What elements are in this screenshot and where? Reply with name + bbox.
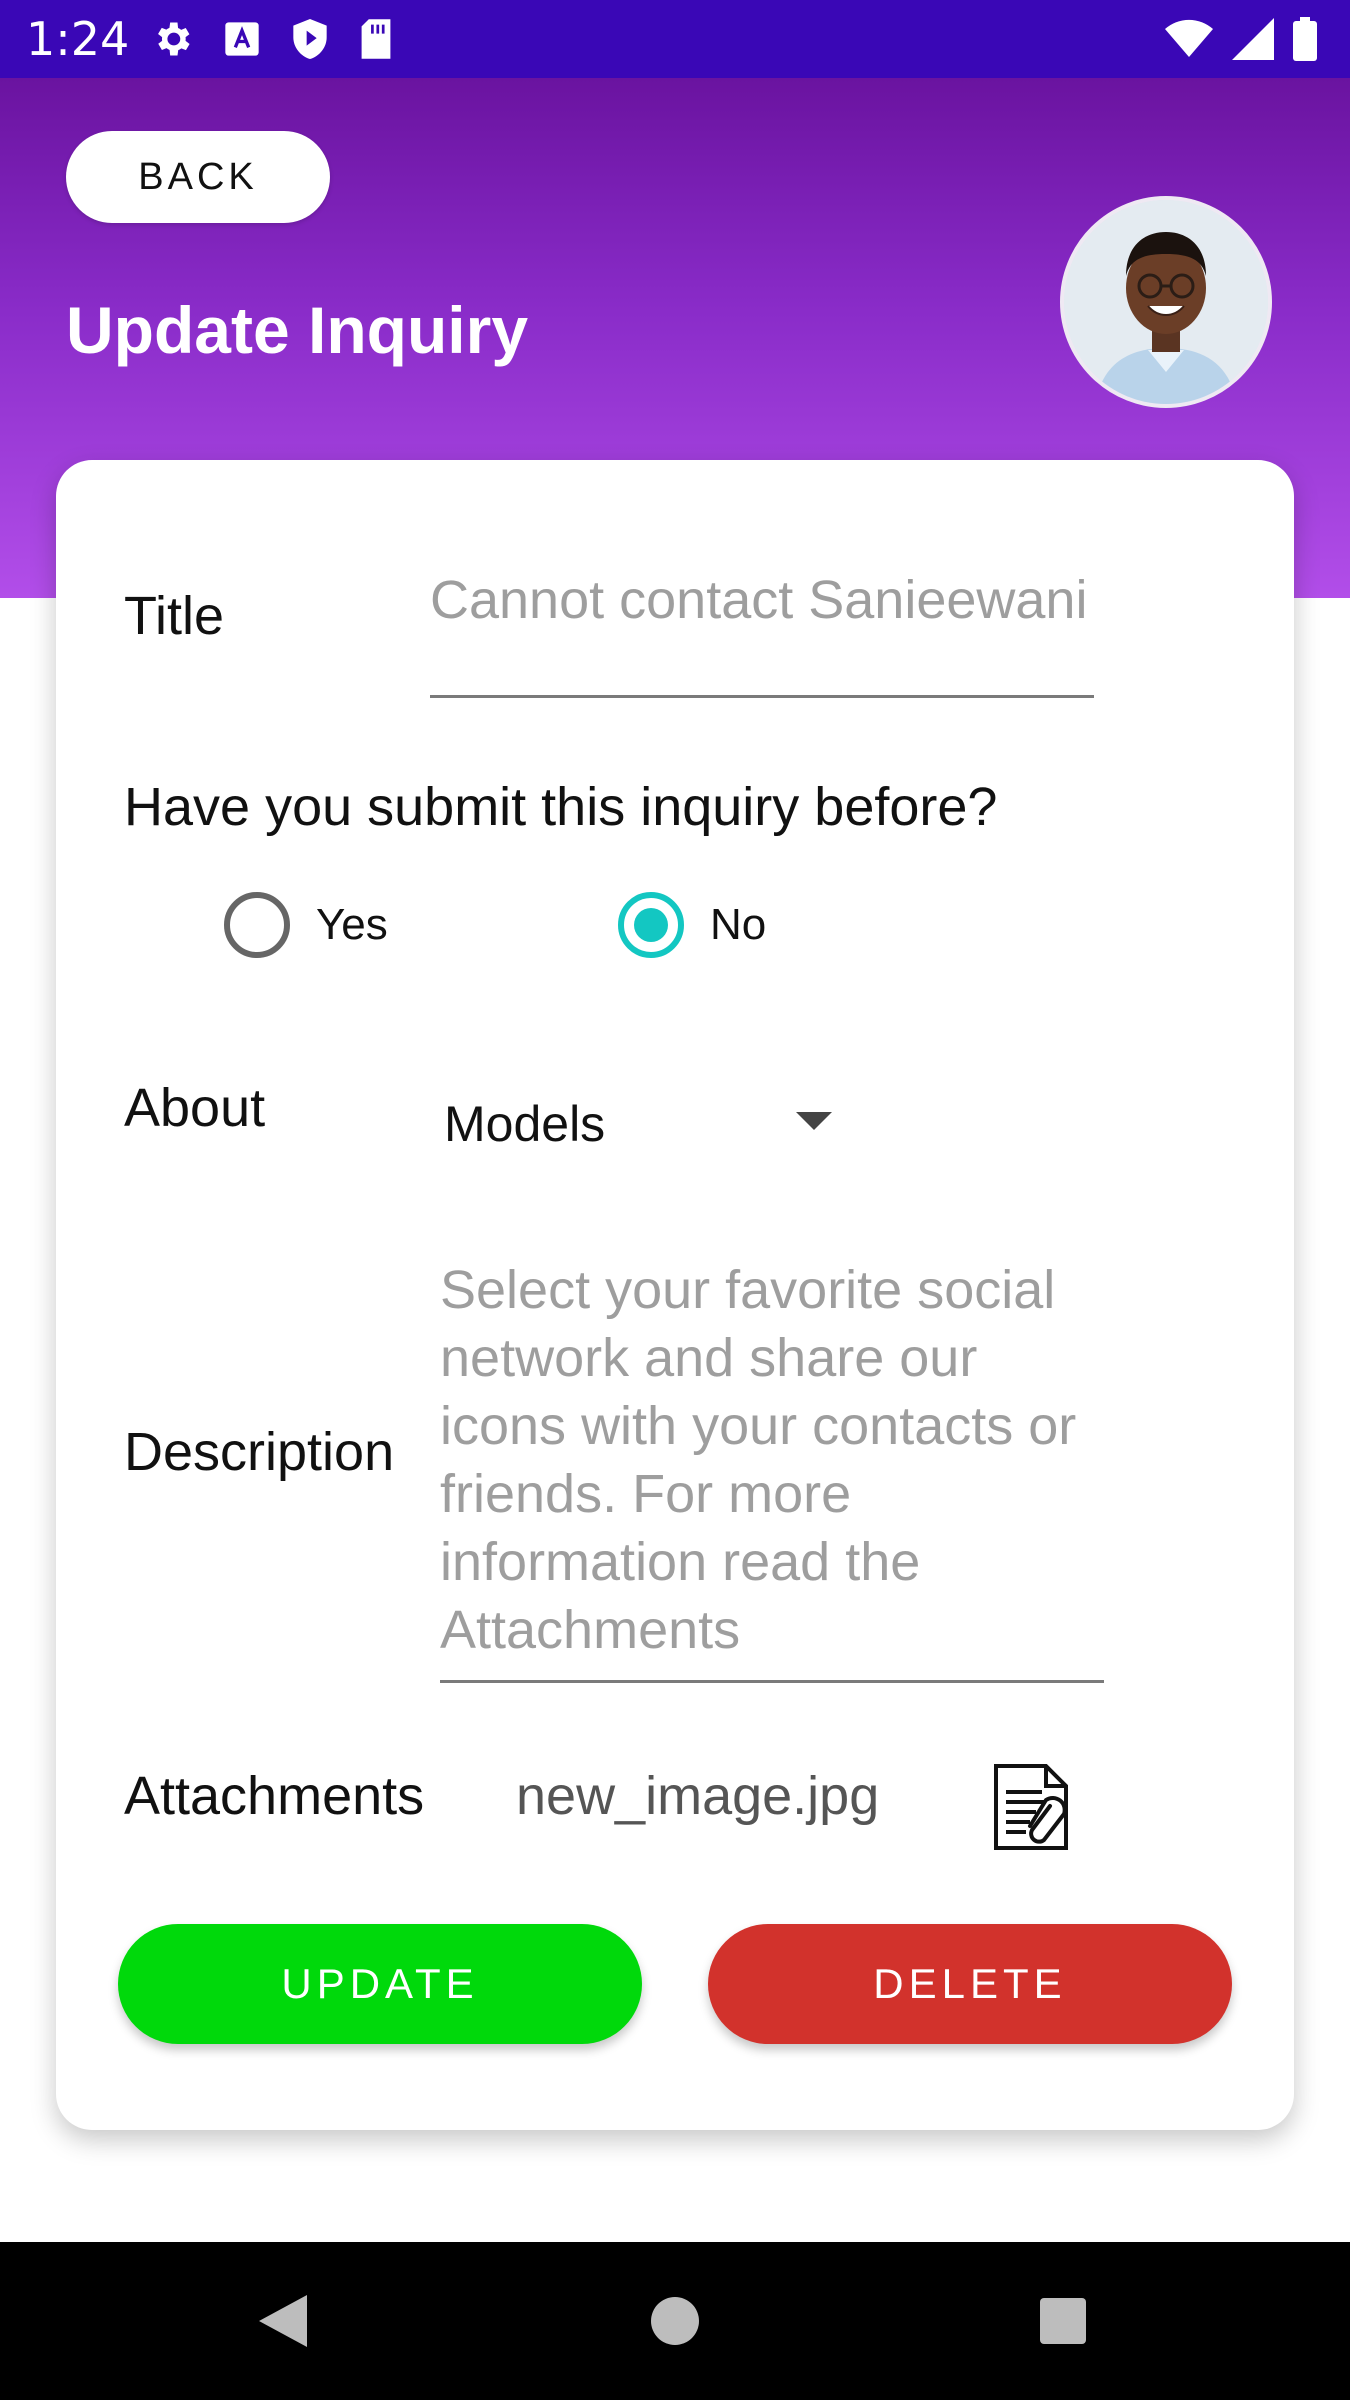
delete-button[interactable]: DELETE bbox=[708, 1924, 1232, 2044]
document-paperclip-icon[interactable] bbox=[990, 1762, 1074, 1852]
battery-icon bbox=[1293, 17, 1317, 61]
status-icons-right bbox=[1164, 14, 1318, 64]
cell-signal-icon bbox=[1232, 18, 1274, 60]
radio-yes-circle[interactable] bbox=[224, 892, 290, 958]
about-label: About bbox=[124, 1078, 266, 1138]
user-avatar[interactable] bbox=[1060, 196, 1272, 408]
submitted-before-question: Have you submit this inquiry before? bbox=[124, 777, 998, 837]
navigation-bar bbox=[0, 2242, 1350, 2400]
description-input-text: Select your favorite social network and … bbox=[440, 1260, 1077, 1660]
update-button[interactable]: UPDATE bbox=[118, 1924, 642, 2044]
title-input-text: Cannot contact Sanieewani bbox=[430, 570, 1088, 630]
settings-icon bbox=[158, 22, 190, 56]
about-dropdown-value: Models bbox=[444, 1096, 606, 1152]
status-bar: 1:24 bbox=[0, 0, 1350, 78]
back-button[interactable]: BACK bbox=[66, 131, 330, 223]
back-triangle-icon bbox=[259, 2295, 307, 2347]
radio-yes-label: Yes bbox=[316, 900, 388, 949]
nav-home-button[interactable] bbox=[640, 2286, 710, 2356]
wifi-icon bbox=[1165, 19, 1213, 57]
attachment-filename[interactable]: new_image.jpg bbox=[516, 1764, 879, 1828]
description-label: Description bbox=[124, 1422, 395, 1482]
page-title: Update Inquiry bbox=[66, 293, 529, 367]
sd-card-icon bbox=[361, 19, 391, 59]
status-icons-left bbox=[150, 14, 394, 64]
nav-back-button[interactable] bbox=[248, 2286, 318, 2356]
nav-recents-button[interactable] bbox=[1028, 2286, 1098, 2356]
a-icon bbox=[225, 22, 259, 56]
radio-no-label: No bbox=[710, 900, 767, 949]
recents-square-icon bbox=[1040, 2298, 1086, 2344]
avatar-portrait bbox=[1064, 200, 1268, 404]
radio-no-selected-dot bbox=[634, 908, 668, 942]
radio-yes[interactable]: Yes bbox=[224, 892, 388, 958]
status-time: 1:24 bbox=[26, 12, 130, 66]
title-input[interactable]: Cannot contact Sanieewani bbox=[430, 566, 1094, 698]
radio-no[interactable]: No bbox=[618, 892, 766, 958]
radio-no-circle[interactable] bbox=[618, 892, 684, 958]
description-input[interactable]: Select your favorite social network and … bbox=[440, 1256, 1104, 1683]
title-label: Title bbox=[124, 586, 225, 646]
shield-play-icon bbox=[293, 19, 327, 59]
home-circle-icon bbox=[651, 2297, 699, 2345]
attachments-label: Attachments bbox=[124, 1766, 425, 1826]
dropdown-arrow-icon bbox=[796, 1112, 832, 1130]
about-dropdown[interactable]: Models bbox=[444, 1084, 864, 1164]
